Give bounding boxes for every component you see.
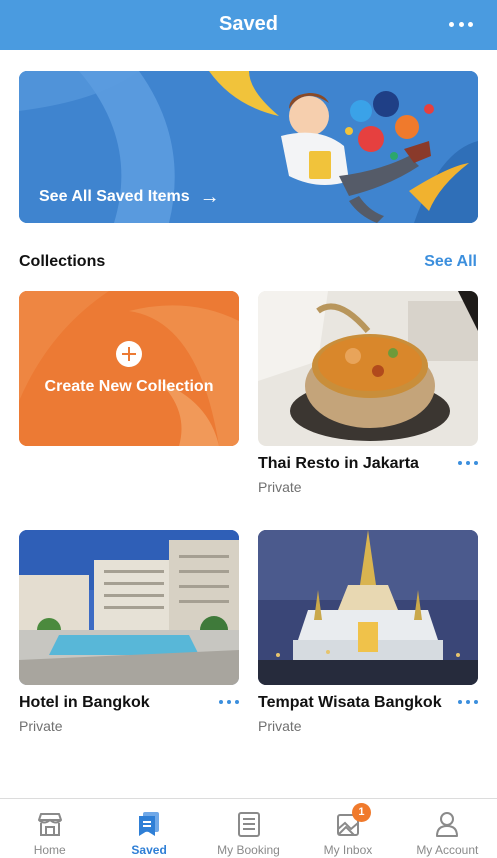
tab-label: Saved: [131, 843, 167, 857]
collection-title[interactable]: Tempat Wisata Bangkok: [258, 694, 442, 712]
create-collection-label: Create New Collection: [44, 378, 214, 395]
bottom-tab-bar: Home Saved My Booking 1 My Inbox My Acco…: [0, 798, 497, 858]
thai-resto-photo: [258, 291, 478, 446]
tab-label: Home: [33, 843, 66, 857]
collection-more-icon[interactable]: [458, 458, 478, 468]
create-card-pattern: [19, 291, 239, 446]
collection-privacy: Private: [258, 479, 302, 495]
collection-card-wisata-bangkok[interactable]: [258, 530, 478, 685]
collections-heading: Collections: [19, 253, 106, 270]
tab-my-inbox[interactable]: 1 My Inbox: [298, 799, 397, 858]
collection-card-thai-resto[interactable]: [258, 291, 478, 446]
page-title: Saved: [219, 13, 278, 35]
collection-more-icon[interactable]: [219, 697, 239, 707]
app-header: Saved: [0, 0, 497, 50]
banner-label: See All Saved Items →: [39, 186, 220, 208]
see-all-link[interactable]: See All: [424, 253, 477, 271]
tab-saved[interactable]: Saved: [99, 799, 198, 858]
plus-icon: [116, 341, 142, 367]
tab-label: My Booking: [217, 843, 280, 857]
collection-privacy: Private: [258, 718, 302, 734]
arrow-right-icon: →: [199, 186, 220, 208]
temple-photo: [258, 530, 478, 685]
bookmark-icon: [139, 812, 160, 836]
create-collection-card[interactable]: Create New Collection: [19, 291, 239, 446]
collection-card-hotel-bangkok[interactable]: [19, 530, 239, 685]
collection-more-icon[interactable]: [458, 697, 478, 707]
home-store-icon: [37, 813, 62, 836]
account-icon: [436, 812, 459, 837]
booking-icon: [237, 812, 260, 837]
tab-my-booking[interactable]: My Booking: [199, 799, 298, 858]
inbox-badge: 1: [351, 803, 371, 822]
hotel-photo: [19, 530, 239, 685]
more-options-icon[interactable]: [449, 14, 473, 34]
collection-title[interactable]: Thai Resto in Jakarta: [258, 455, 419, 473]
collection-privacy: Private: [19, 718, 63, 734]
banner-text: See All Saved Items: [39, 188, 190, 205]
collection-title[interactable]: Hotel in Bangkok: [19, 694, 150, 712]
tab-label: My Inbox: [323, 843, 373, 857]
tab-label: My Account: [416, 843, 479, 857]
tab-home[interactable]: Home: [0, 799, 99, 858]
see-all-saved-banner[interactable]: See All Saved Items →: [19, 71, 478, 223]
tab-my-account[interactable]: My Account: [398, 799, 497, 858]
